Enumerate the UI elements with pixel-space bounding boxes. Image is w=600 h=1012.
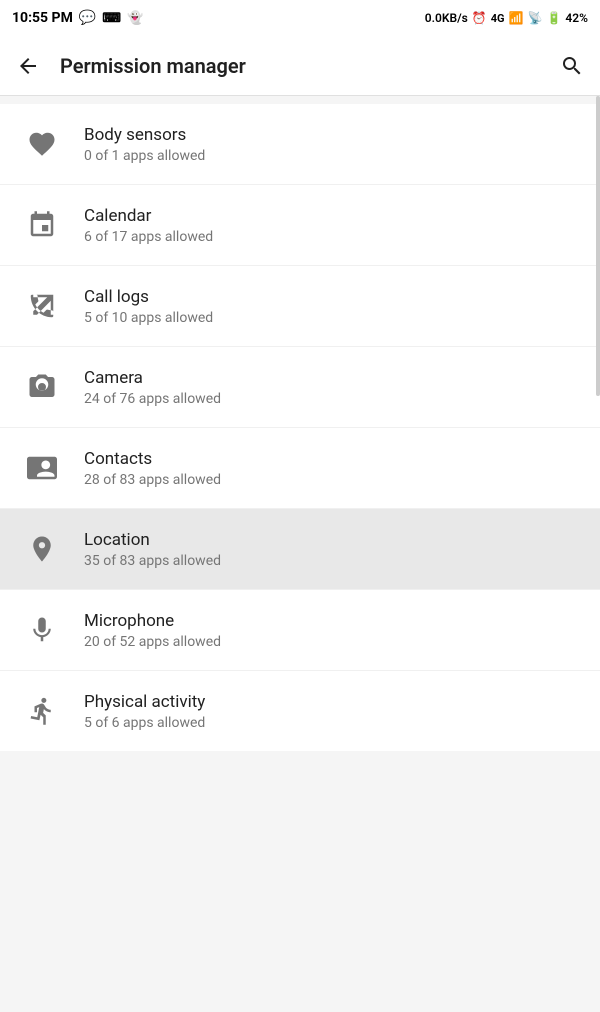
calendar-text: Calendar 6 of 17 apps allowed [84,206,213,245]
permission-item-location[interactable]: Location 35 of 83 apps allowed [0,509,600,590]
keyboard-icon: ⌨ [102,11,121,26]
network-type-icon: 4G [491,12,505,25]
network-speed: 0.0KB/s [425,11,468,25]
contacts-desc: 28 of 83 apps allowed [84,472,221,488]
calendar-icon [20,203,64,247]
signal-icon: 📶 [509,11,524,25]
battery-icon: 🔋 [546,11,561,25]
alarm-icon: ⏰ [472,11,487,25]
body-sensors-name: Body sensors [84,125,205,145]
whatsapp-icon: 💬 [79,10,96,26]
physical-activity-icon [20,689,64,733]
status-left: 10:55 PM 💬 ⌨ 👻 [12,10,143,26]
camera-icon [20,365,64,409]
call-logs-name: Call logs [84,287,213,307]
location-icon [20,527,64,571]
permission-item-contacts[interactable]: Contacts 28 of 83 apps allowed [0,428,600,509]
microphone-text: Microphone 20 of 52 apps allowed [84,611,221,650]
location-text: Location 35 of 83 apps allowed [84,530,221,569]
calendar-desc: 6 of 17 apps allowed [84,229,213,245]
physical-activity-text: Physical activity 5 of 6 apps allowed [84,692,205,731]
permission-item-body-sensors[interactable]: Body sensors 0 of 1 apps allowed [0,104,600,185]
header: Permission manager [0,36,600,96]
battery-percent: 42% [565,11,588,25]
calendar-name: Calendar [84,206,213,226]
permission-item-calendar[interactable]: Calendar 6 of 17 apps allowed [0,185,600,266]
status-right: 0.0KB/s ⏰ 4G 📶 📡 🔋 42% [425,11,588,25]
physical-activity-name: Physical activity [84,692,205,712]
body-sensors-text: Body sensors 0 of 1 apps allowed [84,125,205,164]
camera-text: Camera 24 of 76 apps allowed [84,368,221,407]
contacts-icon [20,446,64,490]
microphone-name: Microphone [84,611,221,631]
back-button[interactable] [16,54,40,78]
status-bar: 10:55 PM 💬 ⌨ 👻 0.0KB/s ⏰ 4G 📶 📡 🔋 42% [0,0,600,36]
camera-name: Camera [84,368,221,388]
body-sensors-icon [20,122,64,166]
camera-desc: 24 of 76 apps allowed [84,391,221,407]
permission-item-microphone[interactable]: Microphone 20 of 52 apps allowed [0,590,600,671]
location-name: Location [84,530,221,550]
call-logs-icon [20,284,64,328]
search-button[interactable] [560,54,584,78]
microphone-icon [20,608,64,652]
permission-item-call-logs[interactable]: Call logs 5 of 10 apps allowed [0,266,600,347]
page-title: Permission manager [60,54,540,78]
wifi-icon: 📡 [528,11,543,25]
permission-list: Body sensors 0 of 1 apps allowed Calenda… [0,104,600,751]
microphone-desc: 20 of 52 apps allowed [84,634,221,650]
contacts-name: Contacts [84,449,221,469]
call-logs-desc: 5 of 10 apps allowed [84,310,213,326]
permission-item-physical-activity[interactable]: Physical activity 5 of 6 apps allowed [0,671,600,751]
scroll-indicator[interactable] [596,96,600,396]
snapchat-icon: 👻 [127,11,143,26]
status-time: 10:55 PM [12,10,73,26]
location-desc: 35 of 83 apps allowed [84,553,221,569]
body-sensors-desc: 0 of 1 apps allowed [84,148,205,164]
call-logs-text: Call logs 5 of 10 apps allowed [84,287,213,326]
physical-activity-desc: 5 of 6 apps allowed [84,715,205,731]
permission-item-camera[interactable]: Camera 24 of 76 apps allowed [0,347,600,428]
contacts-text: Contacts 28 of 83 apps allowed [84,449,221,488]
